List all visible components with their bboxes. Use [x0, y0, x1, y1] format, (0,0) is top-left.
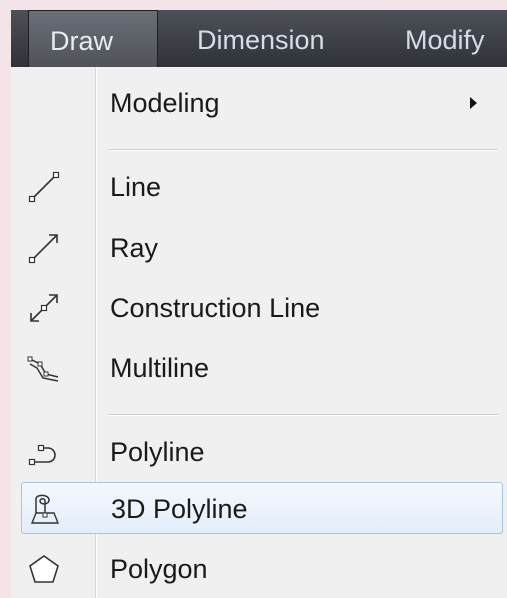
menu-item-polyline[interactable]: Polyline — [11, 426, 507, 478]
polyline-icon — [26, 434, 62, 470]
menu-item-polygon[interactable]: Polygon — [11, 543, 507, 595]
menu-item-line[interactable]: Line — [11, 161, 507, 213]
menu-item-label: Ray — [110, 233, 159, 263]
draw-dropdown-menu: Modeling Line Ray Construction Line Mult… — [11, 67, 507, 598]
menu-item-multiline[interactable]: Multiline — [11, 342, 507, 394]
menu-item-ray[interactable]: Ray — [11, 222, 507, 274]
3d-polyline-icon — [27, 491, 63, 527]
line-icon — [26, 169, 62, 205]
menu-separator — [108, 149, 498, 150]
menu-item-label: Polygon — [110, 554, 208, 584]
menu-item-construction-line[interactable]: Construction Line — [11, 282, 507, 334]
menu-item-label: 3D Polyline — [111, 494, 248, 524]
menu-item-modeling[interactable]: Modeling — [11, 77, 507, 129]
submenu-arrow-icon — [470, 97, 477, 109]
menu-item-label: Multiline — [110, 353, 210, 383]
polygon-icon — [26, 551, 62, 587]
multiline-icon — [26, 350, 62, 386]
menu-modify[interactable]: Modify — [405, 10, 485, 67]
menu-bar: Draw Dimension Modify — [11, 10, 507, 68]
menu-item-label: Line — [110, 172, 162, 202]
menu-item-label: Polyline — [110, 437, 205, 467]
construction-line-icon — [26, 290, 62, 326]
menu-dimension[interactable]: Dimension — [197, 10, 325, 67]
menu-item-label: Construction Line — [110, 293, 321, 323]
menu-item-label: Modeling — [110, 88, 220, 118]
menu-separator — [108, 414, 498, 415]
application-window: Draw Dimension Modify Modeling Line Ray … — [11, 10, 507, 598]
menu-item-3d-polyline[interactable]: 3D Polyline — [21, 482, 503, 534]
menu-draw[interactable]: Draw — [28, 10, 158, 67]
ray-icon — [26, 230, 62, 266]
